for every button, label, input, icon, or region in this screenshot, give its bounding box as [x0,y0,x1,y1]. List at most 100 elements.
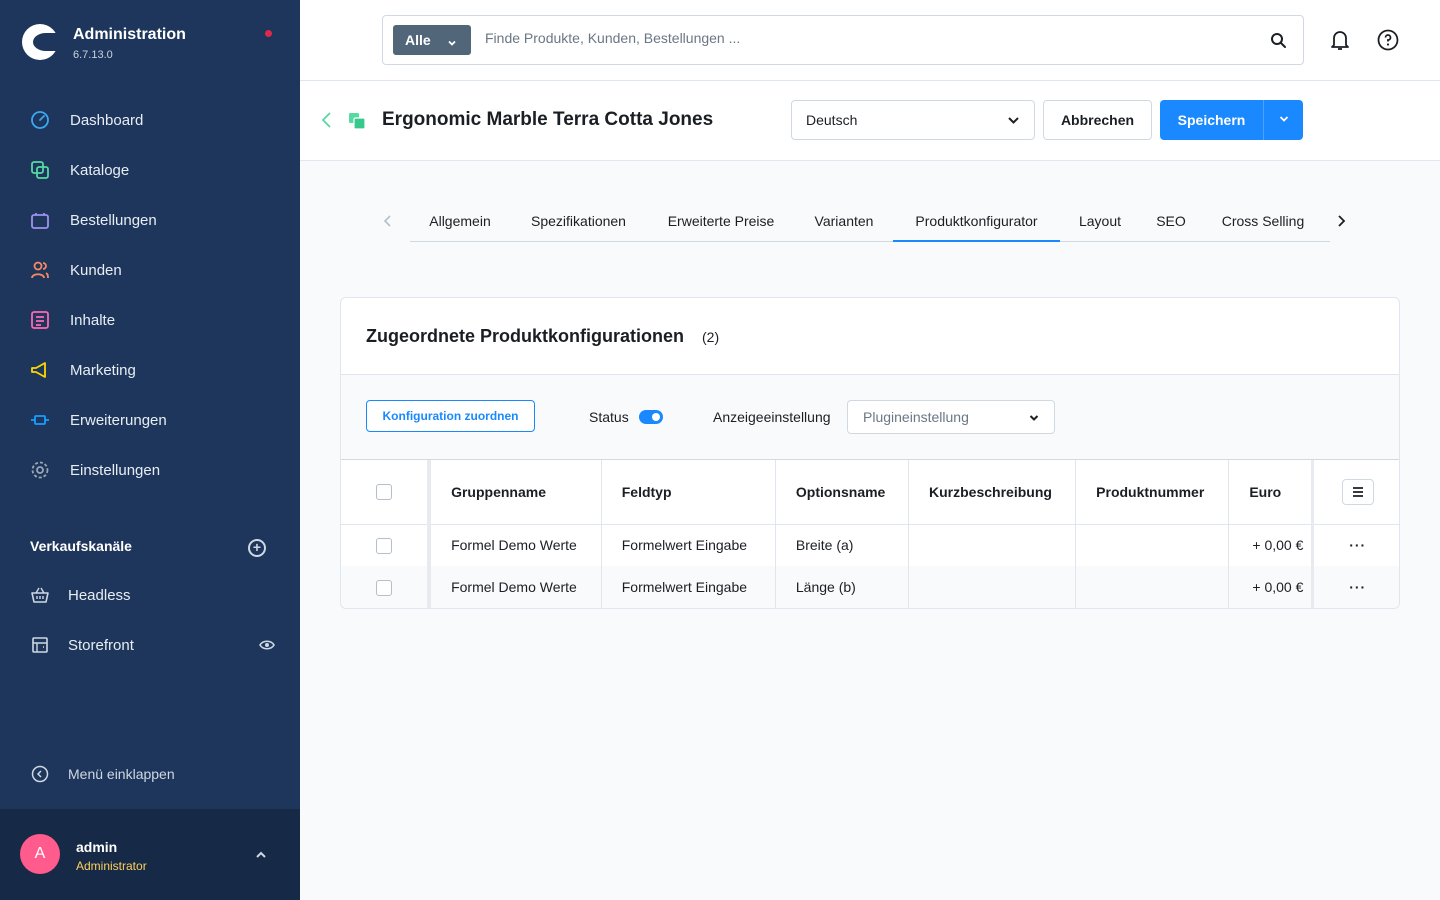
column-header-feldtyp[interactable]: Feldtyp [601,460,776,525]
cell-produktnummer [1075,524,1230,566]
app-version: 6.7.13.0 [73,49,113,61]
search-type-select[interactable]: Alle [393,25,471,55]
row-checkbox[interactable] [376,537,393,554]
bag-icon [30,210,50,230]
sidebar-item-content[interactable]: Inhalte [0,295,300,345]
user-role: Administrator [76,859,147,873]
cancel-button[interactable]: Abbrechen [1043,100,1152,140]
dashboard-icon [30,110,50,130]
more-actions-icon[interactable]: ··· [1349,579,1366,595]
sales-channel-label: Storefront [68,636,134,654]
row-select-cell [341,524,432,566]
cell-feldtyp: Formelwert Eingabe [601,566,776,608]
help-icon[interactable] [1377,29,1399,56]
topbar: Alle [300,0,1440,81]
configurations-table: Gruppenname Feldtyp Optionsname Kurzbesc… [341,460,1399,608]
column-header-optionsname[interactable]: Optionsname [775,460,910,525]
display-setting-placeholder: Plugineinstellung [863,409,969,425]
chevron-left-circle-icon [30,764,50,784]
tab-erweiterte-preise[interactable]: Erweiterte Preise [647,201,795,242]
display-setting-label: Anzeigeeinstellung [713,409,831,425]
table-row[interactable]: Formel Demo Werte Formelwert Eingabe Bre… [341,524,1399,566]
gear-icon [30,460,50,480]
add-sales-channel-icon[interactable]: + [248,539,266,557]
table-row[interactable]: Formel Demo Werte Formelwert Eingabe Län… [341,566,1399,608]
column-settings-cell [1311,460,1399,525]
row-checkbox[interactable] [376,579,393,596]
shopware-logo-icon [22,24,59,60]
collapse-menu-label: Menü einklappen [68,766,175,782]
tab-layout[interactable]: Layout [1060,201,1140,242]
tab-allgemein[interactable]: Allgemein [410,201,510,242]
sidebar-item-label: Inhalte [70,311,116,329]
cell-optionsname: Länge (b) [775,566,910,608]
language-select[interactable]: Deutsch [791,100,1035,140]
column-header-gruppenname[interactable]: Gruppenname [429,460,602,525]
configurations-card: Zugeordnete Produktkonfigurationen (2) K… [340,297,1400,609]
tab-cross-selling[interactable]: Cross Selling [1202,201,1324,242]
product-tabs: Allgemein Spezifikationen Erweiterte Pre… [410,201,1330,242]
status-toggle[interactable] [639,410,663,424]
chevron-up-icon[interactable] [254,848,268,862]
content-icon [30,310,50,330]
storefront-icon [30,635,50,655]
sales-channels-title: Verkaufskanäle [30,538,132,554]
card-toolbar: Konfiguration zuordnen Status Anzeigeein… [341,375,1399,460]
column-settings-button[interactable] [1341,478,1374,505]
smartbar: Ergonomic Marble Terra Cotta Jones Deuts… [300,81,1440,161]
catalog-icon [30,160,50,180]
more-actions-icon[interactable]: ··· [1349,537,1366,553]
avatar: A [20,834,60,874]
cell-produktnummer [1075,566,1230,608]
cell-euro: + 0,00 € [1228,524,1314,566]
search-icon[interactable] [1270,32,1287,54]
sidebar-item-catalogs[interactable]: Kataloge [0,145,300,195]
search-input[interactable] [485,30,1245,46]
chevron-down-icon [1028,411,1040,427]
plug-icon [30,410,50,430]
save-button[interactable]: Speichern [1160,100,1263,140]
collapse-menu-button[interactable]: Menü einklappen [30,764,175,784]
save-options-button[interactable] [1263,100,1303,140]
tabs-scroll-left-icon[interactable] [382,214,394,233]
sidebar-item-orders[interactable]: Bestellungen [0,195,300,245]
tab-varianten[interactable]: Varianten [795,201,893,242]
back-arrow-icon[interactable] [320,111,334,134]
sidebar-item-label: Marketing [70,361,136,379]
tab-produktkonfigurator[interactable]: Produktkonfigurator [893,201,1060,242]
select-all-checkbox[interactable] [376,484,393,501]
eye-icon[interactable] [259,637,275,653]
status-label: Status [589,409,629,425]
chevron-down-icon [1278,113,1290,128]
table-header-row: Gruppenname Feldtyp Optionsname Kurzbesc… [341,460,1399,525]
display-setting-select[interactable]: Plugineinstellung [847,400,1055,434]
sidebar: Administration 6.7.13.0 Dashboard Katalo… [0,0,300,900]
column-header-kurzbeschreibung[interactable]: Kurzbeschreibung [908,460,1077,525]
sales-channel-storefront[interactable]: Storefront [30,630,275,660]
sidebar-item-customers[interactable]: Kunden [0,245,300,295]
search-type-label: Alle [405,32,431,48]
page-title: Ergonomic Marble Terra Cotta Jones [382,109,714,130]
tab-seo[interactable]: SEO [1140,201,1202,242]
tabs-scroll-right-icon[interactable] [1335,214,1347,233]
column-header-produktnummer[interactable]: Produktnummer [1075,460,1230,525]
bell-icon[interactable] [1328,28,1352,57]
brand[interactable]: Administration 6.7.13.0 [22,24,186,61]
sales-channel-headless[interactable]: Headless [30,580,275,610]
megaphone-icon [30,360,50,380]
column-header-euro[interactable]: Euro [1228,460,1314,525]
sidebar-item-marketing[interactable]: Marketing [0,345,300,395]
chevron-down-icon [447,35,457,51]
assign-configuration-button[interactable]: Konfiguration zuordnen [366,400,535,432]
select-all-cell [341,460,432,525]
sidebar-item-dashboard[interactable]: Dashboard [0,95,300,145]
tab-spezifikationen[interactable]: Spezifikationen [510,201,647,242]
sidebar-item-extensions[interactable]: Erweiterungen [0,395,300,445]
row-select-cell [341,566,432,608]
user-menu[interactable]: A admin Administrator [0,809,300,900]
cell-kurzbeschreibung [908,524,1077,566]
user-name: admin [76,839,118,855]
row-actions-cell: ··· [1311,524,1399,566]
sidebar-item-settings[interactable]: Einstellungen [0,445,300,495]
card-count: (2) [702,329,720,345]
